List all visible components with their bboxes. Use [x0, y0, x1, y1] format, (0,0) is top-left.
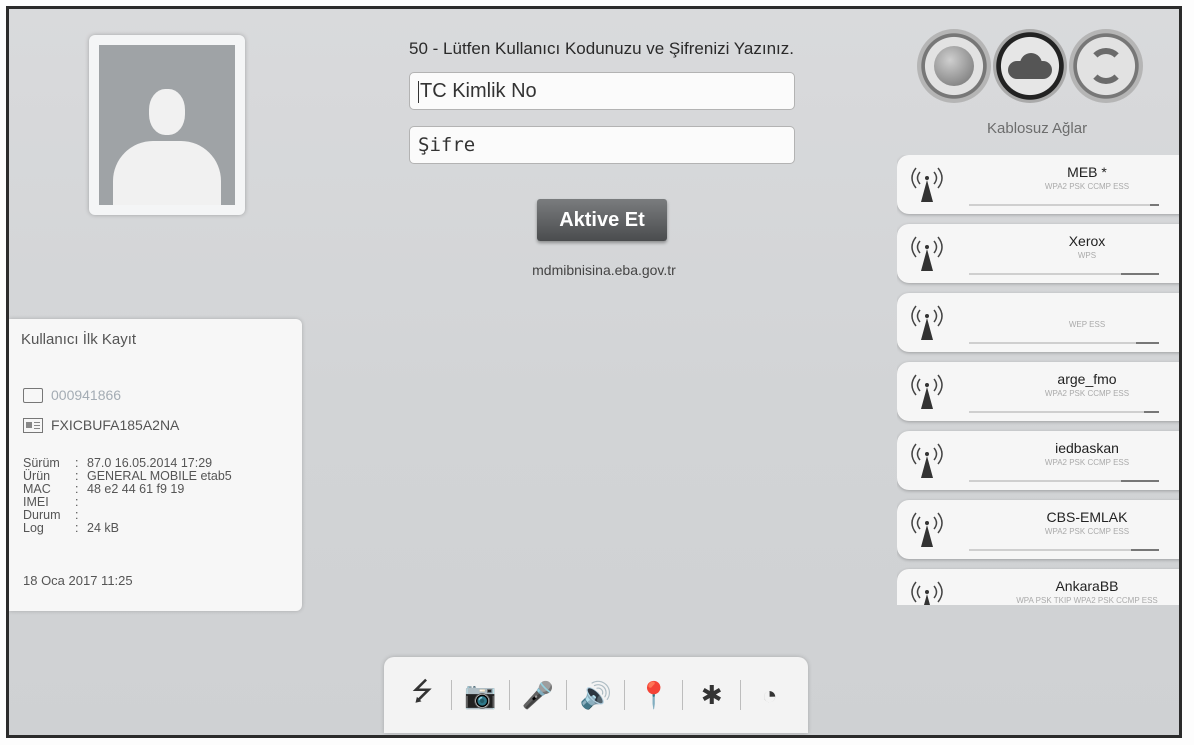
wifi-antenna-icon — [911, 512, 943, 547]
divider — [624, 680, 626, 710]
avatar-head — [149, 89, 185, 135]
wifi-network-item[interactable]: AnkaraBB WPA PSK TKIP WPA2 PSK CCMP ESS — [897, 569, 1179, 605]
divider — [508, 680, 510, 710]
server-domain: mdmibnisina.eba.gov.tr — [532, 262, 676, 278]
activation-screen: 50 - Lütfen Kullanıcı Kodunuzu ve Şifren… — [6, 6, 1182, 738]
avatar-body — [113, 141, 221, 205]
device-info-card: Kullanıcı İlk Kayıt 000941866 FXICBUFA18… — [9, 319, 302, 611]
serial-number: FXICBUFA185A2NA — [51, 417, 180, 433]
wifi-network-list[interactable]: MEB * WPA2 PSK CCMP ESS Xerox WPS WEP ES… — [897, 155, 1179, 605]
signal-fill — [1143, 411, 1159, 413]
password-placeholder: Şifre — [418, 134, 476, 156]
wifi-name: iedbaskan — [1055, 440, 1119, 456]
wifi-antenna-icon — [911, 236, 943, 271]
wifi-security: WPA2 PSK CCMP ESS — [1044, 458, 1130, 467]
signal-bar — [969, 204, 1159, 206]
signal-fill — [1121, 480, 1159, 482]
user-code: 000941866 — [51, 387, 122, 403]
device-icon — [23, 387, 43, 403]
wifi-antenna-icon — [911, 167, 943, 202]
signal-fill — [1130, 549, 1159, 551]
divider — [740, 680, 742, 710]
cloud-icon — [1008, 53, 1052, 79]
globe-icon — [934, 46, 974, 86]
connection-buttons — [917, 29, 1143, 103]
wifi-antenna-icon — [911, 374, 943, 409]
wifi-icon[interactable]: ◔ — [750, 680, 790, 711]
wifi-security: WPA PSK TKIP WPA2 PSK CCMP ESS — [1016, 596, 1158, 605]
divider — [450, 680, 452, 710]
tc-kimlik-placeholder: TC Kimlik No — [420, 80, 537, 102]
wifi-network-item[interactable]: MEB * WPA2 PSK CCMP ESS — [897, 155, 1179, 214]
signal-bar — [969, 273, 1159, 275]
signal-fill — [1121, 273, 1159, 275]
id-card-icon — [23, 417, 43, 433]
wifi-security: WPA2 PSK CCMP ESS — [1044, 389, 1130, 398]
signal-bar — [969, 549, 1159, 551]
divider — [566, 680, 568, 710]
bluetooth-icon[interactable]: ✱ — [692, 680, 732, 711]
signal-fill — [1149, 204, 1159, 206]
wifi-antenna-icon — [911, 581, 943, 605]
wifi-security: WPA2 PSK CCMP ESS — [1044, 527, 1130, 536]
wifi-antenna-icon — [911, 305, 943, 340]
wifi-name: MEB * — [1067, 164, 1107, 180]
avatar — [89, 35, 245, 215]
divider — [682, 680, 684, 710]
wireless-title: Kablosuz Ağlar — [987, 120, 1088, 137]
text-caret — [418, 80, 419, 103]
cloud-button[interactable] — [993, 29, 1067, 103]
signal-bar — [969, 480, 1159, 482]
signal-bar — [969, 342, 1159, 344]
password-input[interactable]: Şifre — [409, 126, 795, 164]
wifi-network-item[interactable]: WEP ESS — [897, 293, 1179, 352]
location-icon[interactable]: 📍 — [634, 680, 674, 711]
wifi-name: CBS-EMLAK — [1046, 509, 1128, 525]
spec-row: Durum: — [23, 508, 79, 522]
login-prompt: 50 - Lütfen Kullanıcı Kodunuzu ve Şifren… — [409, 39, 794, 58]
speaker-icon[interactable]: 🔊 — [576, 680, 616, 711]
wifi-security: WEP ESS — [1068, 320, 1106, 329]
spec-row: Log:24 kB — [23, 521, 119, 535]
info-title: Kullanıcı İlk Kayıt — [21, 331, 137, 348]
globe-button[interactable] — [917, 29, 991, 103]
tc-kimlik-input[interactable]: TC Kimlik No — [409, 72, 795, 110]
wifi-network-item[interactable]: arge_fmo WPA2 PSK CCMP ESS — [897, 362, 1179, 421]
wifi-security: WPA2 PSK CCMP ESS — [1044, 182, 1130, 191]
wifi-network-item[interactable]: iedbaskan WPA2 PSK CCMP ESS — [897, 431, 1179, 490]
microphone-icon[interactable]: 🎤 — [518, 680, 558, 711]
wifi-name: arge_fmo — [1057, 371, 1117, 387]
refresh-button[interactable] — [1069, 29, 1143, 103]
wifi-security: WPS — [1077, 251, 1097, 260]
wifi-name: AnkaraBB — [1055, 578, 1119, 594]
usb-icon[interactable]: ⭍ — [402, 673, 442, 717]
camera-icon[interactable]: 📷 — [460, 680, 500, 711]
activate-button[interactable]: Aktive Et — [537, 199, 667, 241]
refresh-icon — [1088, 48, 1124, 84]
wifi-antenna-icon — [911, 443, 943, 478]
signal-fill — [1136, 342, 1159, 344]
serial-row: FXICBUFA185A2NA — [23, 417, 179, 433]
wifi-name: Xerox — [1068, 233, 1106, 249]
hardware-dock: ⭍ 📷 🎤 🔊 📍 ✱ ◔ — [384, 657, 808, 733]
registration-date: 18 Oca 2017 11:25 — [23, 573, 133, 588]
signal-bar — [969, 411, 1159, 413]
user-code-row: 000941866 — [23, 387, 121, 403]
wifi-network-item[interactable]: Xerox WPS — [897, 224, 1179, 283]
wifi-network-item[interactable]: CBS-EMLAK WPA2 PSK CCMP ESS — [897, 500, 1179, 559]
device-specs: Sürüm:87.0 16.05.2014 17:29 Ürün: GENERAL… — [23, 457, 232, 535]
spec-row: MAC:48 e2 44 61 f9 19 — [23, 482, 185, 496]
